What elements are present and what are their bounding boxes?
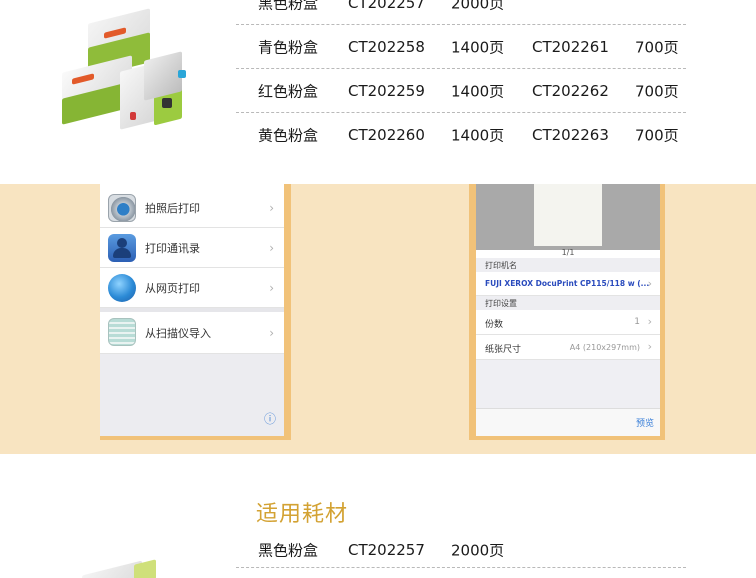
chevron-right-icon: › xyxy=(269,200,274,215)
page-thumbnail[interactable] xyxy=(534,184,602,246)
menu-item-web-print[interactable]: 从网页打印 › xyxy=(100,268,284,308)
bottom-toolbar: 预览 xyxy=(476,408,660,436)
spec-table-top: 黑色粉盒 CT202257 2000页 青色粉盒 CT202258 1400页 … xyxy=(236,0,686,157)
printer-name: FUJI XEROX DocuPrint CP115/118 w (... xyxy=(485,279,650,288)
chevron-right-icon: › xyxy=(647,315,652,328)
section-title: 适用耗材 xyxy=(256,502,349,527)
toner-product-image xyxy=(58,8,193,132)
paper-size-value: A4 (210x297mm) xyxy=(569,343,640,352)
chevron-right-icon: › xyxy=(647,277,652,290)
copies-row[interactable]: 份数 1 › xyxy=(476,310,660,335)
menu-item-photo-print[interactable]: 拍照后打印 › xyxy=(100,188,284,228)
chevron-right-icon: › xyxy=(269,280,274,295)
copies-value: 1 xyxy=(634,317,640,327)
table-row: 黄色粉盒 CT202260 1400页 CT202263 700页 xyxy=(258,126,679,145)
info-icon[interactable]: ⓘ xyxy=(264,410,276,427)
paper-size-label: 纸张尺寸 xyxy=(485,345,522,355)
paper-size-row[interactable]: 纸张尺寸 A4 (210x297mm) › xyxy=(476,335,660,360)
table-row: 黑色粉盒 CT202257 2000页 xyxy=(236,532,686,568)
toner-product-image-bottom xyxy=(78,556,158,578)
printer-name-header: 打印机名 xyxy=(485,261,517,270)
preview-button[interactable]: 预览 xyxy=(636,416,654,429)
right-phone-screen: 1/1 打印机名 FUJI XEROX DocuPrint CP115/118 … xyxy=(476,184,660,436)
print-preview-area xyxy=(476,184,660,250)
menu-item-scanner-import[interactable]: 从扫描仪导入 › xyxy=(100,312,284,354)
scanner-icon xyxy=(108,318,136,346)
spec-table-bottom: 黑色粉盒 CT202257 2000页 xyxy=(236,532,686,568)
chevron-right-icon: › xyxy=(647,340,652,353)
copies-label: 份数 xyxy=(485,320,504,330)
menu-item-contacts-print[interactable]: 打印通讯录 › xyxy=(100,228,284,268)
chevron-right-icon: › xyxy=(269,240,274,255)
chevron-right-icon: › xyxy=(269,325,274,340)
table-row: 青色粉盒 CT202258 1400页 CT202261 700页 xyxy=(236,25,686,69)
print-settings-header: 打印设置 xyxy=(485,299,517,308)
globe-icon xyxy=(108,274,136,302)
table-row: 红色粉盒 CT202259 1400页 CT202262 700页 xyxy=(236,69,686,113)
camera-icon xyxy=(108,194,136,222)
left-phone-screen: 拍照后打印 › 打印通讯录 › 从网页打印 › 从扫描仪导入 › ⓘ xyxy=(100,184,284,436)
table-row: 黑色粉盒 CT202257 2000页 xyxy=(236,0,686,25)
page-counter: 1/1 xyxy=(561,248,575,257)
printer-selector[interactable]: FUJI XEROX DocuPrint CP115/118 w (... › xyxy=(476,272,660,296)
contacts-icon xyxy=(108,234,136,262)
